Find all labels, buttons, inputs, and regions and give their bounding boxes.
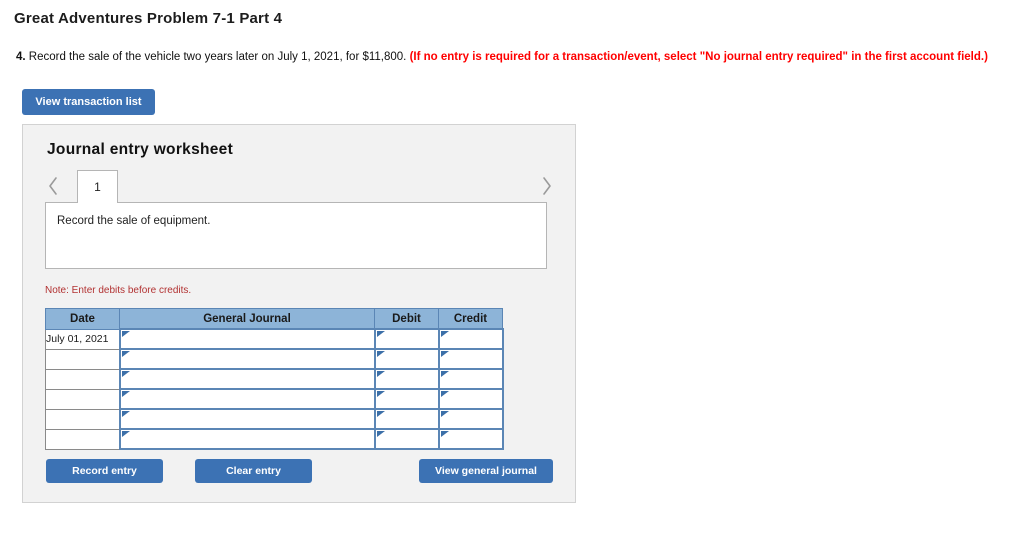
chevron-left-icon[interactable]: [45, 173, 61, 199]
table-row: July 01, 2021: [45, 328, 504, 350]
general-journal-input[interactable]: [118, 408, 376, 430]
journal-entry-table: Date General Journal Debit Credit July 0…: [45, 308, 504, 450]
date-cell: July 01, 2021: [45, 328, 120, 350]
date-cell: [45, 409, 120, 430]
credit-input[interactable]: [437, 428, 504, 450]
table-row: [45, 368, 504, 390]
column-header-date: Date: [45, 308, 120, 330]
question-number: 4.: [16, 51, 26, 63]
debit-input[interactable]: [373, 408, 440, 430]
view-general-journal-button[interactable]: View general journal: [419, 459, 553, 483]
journal-entry-worksheet-panel: Journal entry worksheet 1 Record the sal…: [22, 124, 576, 503]
column-header-debit: Debit: [374, 308, 439, 330]
date-cell: [45, 349, 120, 370]
credit-input[interactable]: [437, 408, 504, 430]
column-header-general-journal: General Journal: [119, 308, 375, 330]
column-header-credit: Credit: [438, 308, 503, 330]
question-hint: (If no entry is required for a transacti…: [409, 51, 988, 63]
debits-before-credits-note: Note: Enter debits before credits.: [45, 285, 192, 296]
table-row: [45, 408, 504, 430]
question-text: Record the sale of the vehicle two years…: [25, 51, 410, 63]
transaction-description-box: Record the sale of equipment.: [45, 202, 547, 269]
date-cell: [45, 429, 120, 450]
general-journal-input[interactable]: [118, 368, 376, 390]
date-cell: [45, 389, 120, 410]
question-instruction: 4. Record the sale of the vehicle two ye…: [16, 50, 988, 65]
table-header-row: Date General Journal Debit Credit: [45, 308, 503, 330]
table-row: [45, 388, 504, 410]
general-journal-input[interactable]: [118, 348, 376, 370]
debit-input[interactable]: [373, 328, 440, 350]
transaction-description-text: Record the sale of equipment.: [57, 215, 211, 227]
debit-input[interactable]: [373, 428, 440, 450]
credit-input[interactable]: [437, 328, 504, 350]
general-journal-input[interactable]: [118, 328, 376, 350]
table-row: [45, 348, 504, 370]
worksheet-tab-strip: 1: [45, 170, 555, 203]
credit-input[interactable]: [437, 388, 504, 410]
credit-input[interactable]: [437, 368, 504, 390]
debit-input[interactable]: [373, 388, 440, 410]
credit-input[interactable]: [437, 348, 504, 370]
record-entry-button[interactable]: Record entry: [46, 459, 163, 483]
general-journal-input[interactable]: [118, 388, 376, 410]
clear-entry-button[interactable]: Clear entry: [195, 459, 312, 483]
page-title: Great Adventures Problem 7-1 Part 4: [14, 10, 283, 27]
chevron-right-icon[interactable]: [539, 173, 555, 199]
worksheet-title: Journal entry worksheet: [47, 141, 234, 158]
table-row: [45, 428, 504, 450]
worksheet-tab-1[interactable]: 1: [77, 170, 118, 203]
debit-input[interactable]: [373, 348, 440, 370]
debit-input[interactable]: [373, 368, 440, 390]
view-transaction-list-button[interactable]: View transaction list: [22, 89, 155, 115]
date-cell: [45, 369, 120, 390]
general-journal-input[interactable]: [118, 428, 376, 450]
